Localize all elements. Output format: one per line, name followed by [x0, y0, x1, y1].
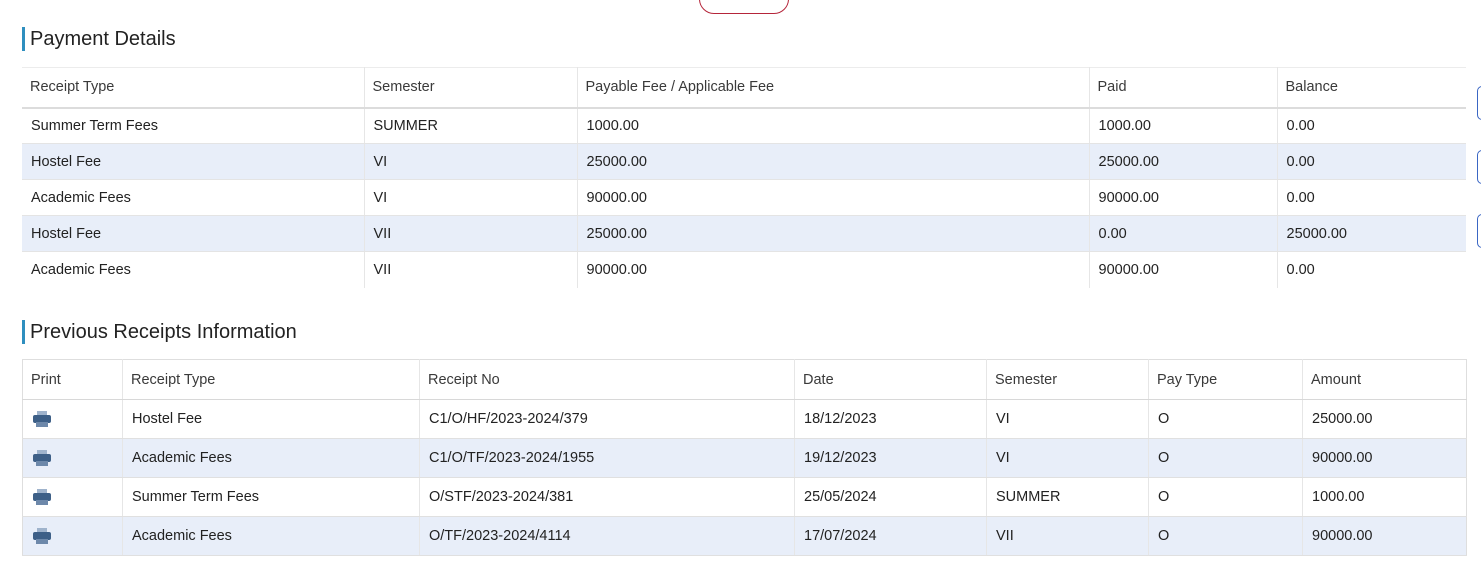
receipt-type-cell: Summer Term Fees [122, 477, 420, 517]
semester-cell: VI [364, 179, 578, 216]
side-tab-1[interactable] [1477, 86, 1481, 120]
semester-cell: SUMMER [986, 477, 1149, 517]
paid-cell: 25000.00 [1089, 143, 1278, 180]
paid-cell: 0.00 [1089, 215, 1278, 252]
pay-type-cell: O [1148, 477, 1303, 517]
payment-details-title: Payment Details [22, 27, 176, 51]
table-row: Academic Fees C1/O/TF/2023-2024/1955 19/… [22, 438, 1467, 478]
receipt-type-cell: Academic Fees [122, 516, 420, 556]
table-header-row: Print Receipt Type Receipt No Date Semes… [22, 359, 1467, 400]
amount-cell: 25000.00 [1302, 399, 1467, 439]
paid-cell: 90000.00 [1089, 251, 1278, 288]
column-header: Receipt No [419, 359, 795, 400]
table-row: Academic Fees O/TF/2023-2024/4114 17/07/… [22, 516, 1467, 556]
semester-cell: VII [364, 251, 578, 288]
previous-receipts-title: Previous Receipts Information [22, 320, 297, 344]
paid-cell: 1000.00 [1089, 107, 1278, 144]
column-header: Balance [1277, 67, 1466, 109]
receipt-type-cell: Academic Fees [22, 251, 365, 288]
payable-fee-cell: 90000.00 [577, 251, 1090, 288]
date-cell: 19/12/2023 [794, 438, 987, 478]
payable-fee-cell: 25000.00 [577, 143, 1090, 180]
pay-type-cell: O [1148, 399, 1303, 439]
receipt-type-cell: Hostel Fee [122, 399, 420, 439]
receipt-type-cell: Academic Fees [122, 438, 420, 478]
print-cell [22, 438, 123, 478]
table-row: Academic Fees VI 90000.00 90000.00 0.00 [22, 179, 1466, 216]
balance-cell: 0.00 [1277, 107, 1466, 144]
table-row: Hostel Fee VI 25000.00 25000.00 0.00 [22, 143, 1466, 180]
table-row: Summer Term Fees SUMMER 1000.00 1000.00 … [22, 107, 1466, 144]
semester-cell: VI [364, 143, 578, 180]
printer-icon[interactable] [32, 450, 52, 467]
receipt-type-cell: Academic Fees [22, 179, 365, 216]
print-cell [22, 516, 123, 556]
semester-cell: VI [986, 399, 1149, 439]
amount-cell: 90000.00 [1302, 516, 1467, 556]
semester-cell: VII [986, 516, 1149, 556]
print-cell [22, 477, 123, 517]
receipt-no-cell: C1/O/HF/2023-2024/379 [419, 399, 795, 439]
printer-icon[interactable] [32, 489, 52, 506]
column-header: Receipt Type [22, 67, 365, 109]
amount-cell: 1000.00 [1302, 477, 1467, 517]
side-tab-3[interactable] [1477, 214, 1481, 248]
table-header-row: Receipt Type Semester Payable Fee / Appl… [22, 67, 1466, 109]
column-header: Receipt Type [122, 359, 420, 400]
receipt-no-cell: O/TF/2023-2024/4114 [419, 516, 795, 556]
top-action-button[interactable] [699, 0, 789, 14]
column-header: Pay Type [1148, 359, 1303, 400]
balance-cell: 0.00 [1286, 261, 1315, 278]
table-row: Summer Term Fees O/STF/2023-2024/381 25/… [22, 477, 1467, 517]
payment-details-table: Receipt Type Semester Payable Fee / Appl… [22, 67, 1466, 288]
page: Payment Details Receipt Type Semester Pa… [0, 0, 1481, 583]
semester-cell: SUMMER [364, 107, 578, 144]
side-tab-2[interactable] [1477, 150, 1481, 184]
semester-cell: VII [364, 215, 578, 252]
column-header: Semester [364, 67, 578, 109]
payable-fee-cell: 90000.00 [577, 179, 1090, 216]
date-cell: 18/12/2023 [794, 399, 987, 439]
table-row: Academic Fees VII 90000.00 90000.00 0.00 [22, 251, 1466, 288]
date-cell: 17/07/2024 [794, 516, 987, 556]
balance-cell: 0.00 [1277, 143, 1466, 180]
printer-icon[interactable] [32, 411, 52, 428]
column-header: Amount [1302, 359, 1467, 400]
balance-cell: 25000.00 [1277, 215, 1466, 252]
print-cell [22, 399, 123, 439]
payable-fee-cell: 1000.00 [577, 107, 1090, 144]
column-header: Semester [986, 359, 1149, 400]
receipt-type-cell: Hostel Fee [22, 143, 365, 180]
receipt-type-cell: Hostel Fee [22, 215, 365, 252]
amount-cell: 90000.00 [1302, 438, 1467, 478]
date-cell: 25/05/2024 [794, 477, 987, 517]
pay-type-cell: O [1148, 516, 1303, 556]
table-row: Hostel Fee C1/O/HF/2023-2024/379 18/12/2… [22, 399, 1467, 439]
paid-cell: 90000.00 [1089, 179, 1278, 216]
column-header: Print [22, 359, 123, 400]
pay-type-cell: O [1148, 438, 1303, 478]
payable-fee-cell: 25000.00 [577, 215, 1090, 252]
receipt-type-cell: Summer Term Fees [22, 107, 365, 144]
balance-cell: 0.00 [1277, 179, 1466, 216]
receipt-no-cell: O/STF/2023-2024/381 [419, 477, 795, 517]
receipt-no-cell: C1/O/TF/2023-2024/1955 [419, 438, 795, 478]
column-header: Date [794, 359, 987, 400]
printer-icon[interactable] [32, 528, 52, 545]
table-row: Hostel Fee VII 25000.00 0.00 25000.00 [22, 215, 1466, 252]
previous-receipts-table: Print Receipt Type Receipt No Date Semes… [22, 359, 1467, 556]
column-header: Paid [1089, 67, 1278, 109]
semester-cell: VI [986, 438, 1149, 478]
column-header: Payable Fee / Applicable Fee [577, 67, 1090, 109]
